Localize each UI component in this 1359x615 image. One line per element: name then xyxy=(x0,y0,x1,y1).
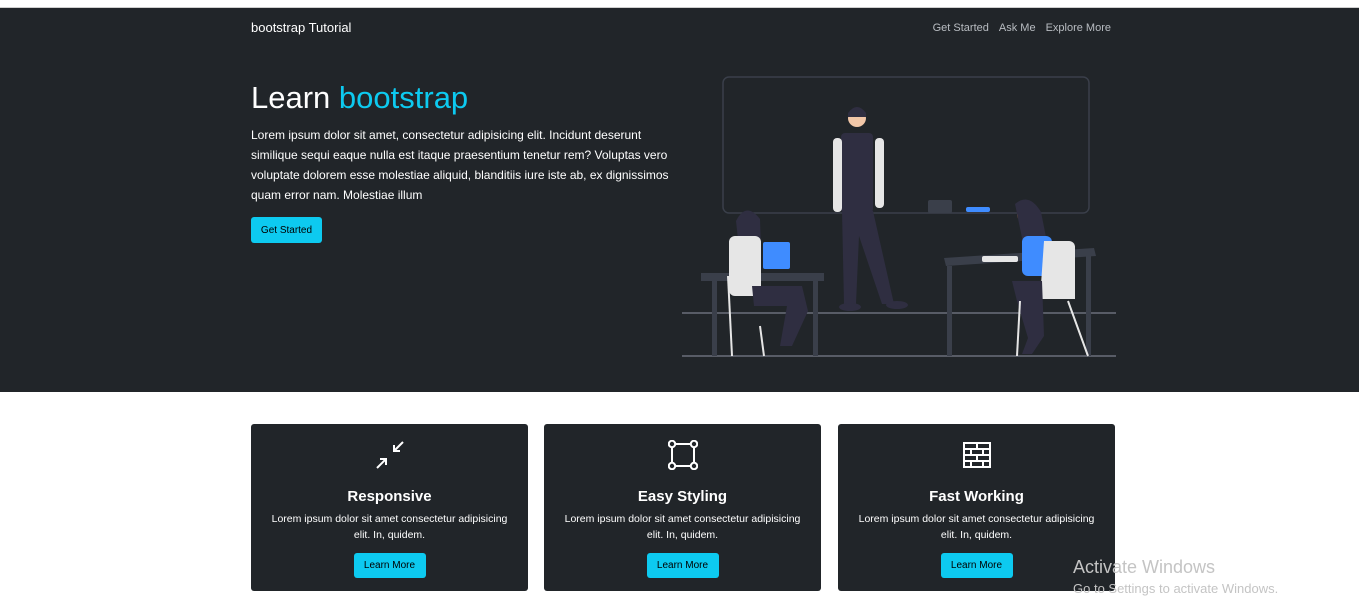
feature-card-text: Lorem ipsum dolor sit amet consectetur a… xyxy=(564,513,801,541)
feature-card-responsive: Responsive Lorem ipsum dolor sit amet co… xyxy=(251,424,528,591)
bricks-icon xyxy=(962,442,991,468)
classroom-illustration xyxy=(682,76,1116,357)
activate-windows-watermark: Activate Windows Go to Settings to activ… xyxy=(1073,556,1278,598)
arrows-collapse-icon xyxy=(375,441,404,469)
feature-card-text: Lorem ipsum dolor sit amet consectetur a… xyxy=(271,513,508,541)
navbar-brand[interactable]: bootstrap Tutorial xyxy=(251,20,351,36)
nav-link-get-started[interactable]: Get Started xyxy=(933,21,989,35)
activate-windows-subtitle: Go to Settings to activate Windows. xyxy=(1073,581,1279,596)
hero-section: bootstrap Tutorial Get Started Ask Me Ex… xyxy=(0,8,1359,392)
hero-title: Learn bootstrap xyxy=(251,80,468,116)
nav-link-explore-more[interactable]: Explore More xyxy=(1046,21,1111,35)
activate-windows-title: Activate Windows xyxy=(1073,557,1216,577)
learn-more-button[interactable]: Learn More xyxy=(646,553,719,578)
get-started-button[interactable]: Get Started xyxy=(251,217,322,243)
feature-card-text: Lorem ipsum dolor sit amet consectetur a… xyxy=(858,513,1095,541)
hero-title-accent: bootstrap xyxy=(338,80,469,115)
hero-title-plain: Learn xyxy=(251,80,331,115)
bounding-box-icon xyxy=(667,440,698,470)
feature-card-title: Easy Styling xyxy=(637,488,728,505)
browser-top-edge xyxy=(0,0,1359,8)
nav-links: Get Started Ask Me Explore More xyxy=(933,21,1111,35)
feature-card-easy-styling: Easy Styling Lorem ipsum dolor sit amet … xyxy=(544,424,821,591)
feature-card-title: Responsive xyxy=(347,488,432,505)
feature-card-title: Fast Working xyxy=(929,488,1024,505)
hero-description: Lorem ipsum dolor sit amet, consectetur … xyxy=(251,128,669,202)
learn-more-button[interactable]: Learn More xyxy=(353,553,426,578)
nav-link-ask-me[interactable]: Ask Me xyxy=(999,21,1036,35)
navbar: bootstrap Tutorial Get Started Ask Me Ex… xyxy=(251,20,1111,40)
features-cards: Responsive Lorem ipsum dolor sit amet co… xyxy=(251,424,1115,591)
learn-more-button[interactable]: Learn More xyxy=(940,553,1013,578)
